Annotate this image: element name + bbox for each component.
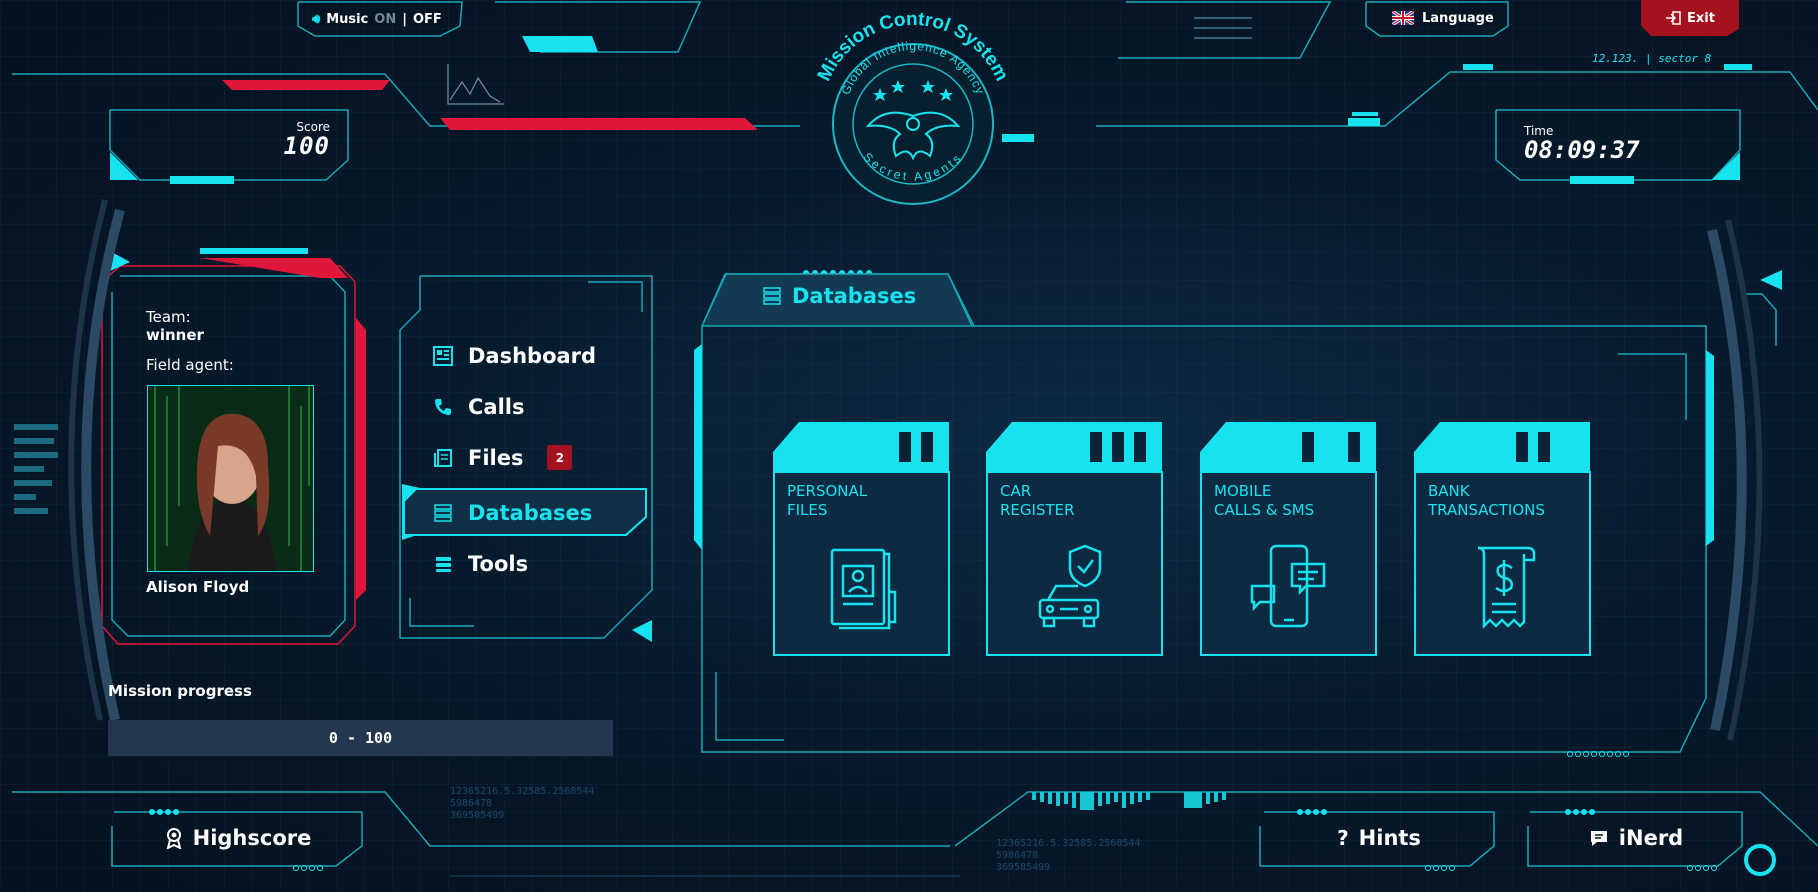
music-label: Music [326,11,369,27]
highscore-label: Highscore [192,826,312,850]
music-toggle[interactable]: 🔊︎ Music ON | OFF [300,2,460,36]
nav-label: Tools [468,551,529,576]
dashboard-icon [432,345,454,367]
mission-progress-bar: 0 - 100 [108,720,613,756]
chat-icon [1590,831,1607,846]
award-icon [166,828,181,849]
card-label: CAR REGISTER [1000,482,1075,519]
mission-progress-label: Mission progress [108,682,252,700]
question-icon: ? [1337,826,1349,850]
card-label: BANK TRANSACTIONS [1428,482,1545,519]
exit-button[interactable]: Exit [1641,0,1739,36]
music-separator: | [402,11,407,27]
exit-icon [1666,11,1681,25]
music-off-option[interactable]: OFF [413,12,442,27]
nav-item-tools[interactable]: Tools [400,538,650,589]
uk-flag-icon [1392,11,1414,25]
team-label: Team: [146,308,191,326]
databases-heading: Databases [762,284,916,308]
time-panel: Time 08:09:37 [1524,124,1724,162]
highscore-button[interactable]: Highscore [114,812,362,864]
deco-numbers-right: 12365216.5.32585.2568544 5986478 3695854​9… [996,838,1141,873]
score-value: 100 [283,132,330,160]
hints-button[interactable]: ? Hints [1264,812,1494,864]
hints-label: Hints [1358,826,1421,850]
deco-numbers-left: 12365216.5.32585.2568544 5986478 3695854​9… [450,786,595,821]
agency-emblem: Mission Control System Global Intelligen… [814,9,1012,205]
database-icon [763,287,781,305]
main-nav: Dashboard Calls Files 2 Databases Tools [400,330,650,589]
db-card-bank-transactions[interactable]: BANK TRANSACTIONS [1414,422,1591,656]
db-card-personal-files[interactable]: PERSONAL FILES [773,422,950,656]
language-label: Language [1422,10,1494,26]
db-card-car-register[interactable]: CAR REGISTER [986,422,1163,656]
speaker-icon: 🔊︎ [312,11,321,27]
language-button[interactable]: Language [1366,2,1506,34]
phone-chat-icon [1250,544,1325,628]
sector-readout: 12.123. | sector 8 [1592,52,1712,65]
exit-label: Exit [1687,10,1715,26]
score-panel: Score 100 [170,120,330,158]
card-label: PERSONAL FILES [787,482,868,519]
agent-photo [147,385,314,572]
files-count-badge: 2 [547,445,573,470]
personal-file-icon [830,548,896,630]
databases-title: Databases [792,284,917,308]
mission-progress-text: 0 - 100 [328,729,393,747]
agent-name: Alison Floyd [146,578,250,596]
nav-label: Calls [468,394,525,419]
inerd-button[interactable]: iNerd [1530,812,1742,864]
nav-item-calls[interactable]: Calls [400,381,650,432]
nav-item-databases[interactable]: Databases [400,487,650,538]
agent-portrait-image [148,386,313,571]
inerd-label: iNerd [1618,826,1684,850]
nav-label: Dashboard [468,343,597,368]
team-value: winner [146,326,204,344]
nav-label: Databases [468,500,593,525]
files-icon [432,447,454,469]
nav-item-dashboard[interactable]: Dashboard [400,330,650,381]
nav-item-files[interactable]: Files 2 [400,432,650,483]
phone-icon [432,396,454,418]
database-icon [432,502,454,524]
music-on-option[interactable]: ON [374,12,396,27]
receipt-dollar-icon [1477,546,1535,630]
field-agent-label: Field agent: [146,356,234,374]
db-card-mobile-calls-sms[interactable]: MOBILE CALLS & SMS [1200,422,1377,656]
card-label: MOBILE CALLS & SMS [1214,482,1315,519]
tools-icon [432,553,454,575]
team-card: Team: winner Field agent: [146,308,336,374]
time-value: 08:09:37 [1524,136,1640,164]
nav-label: Files [468,445,524,470]
car-shield-icon [1038,544,1101,628]
